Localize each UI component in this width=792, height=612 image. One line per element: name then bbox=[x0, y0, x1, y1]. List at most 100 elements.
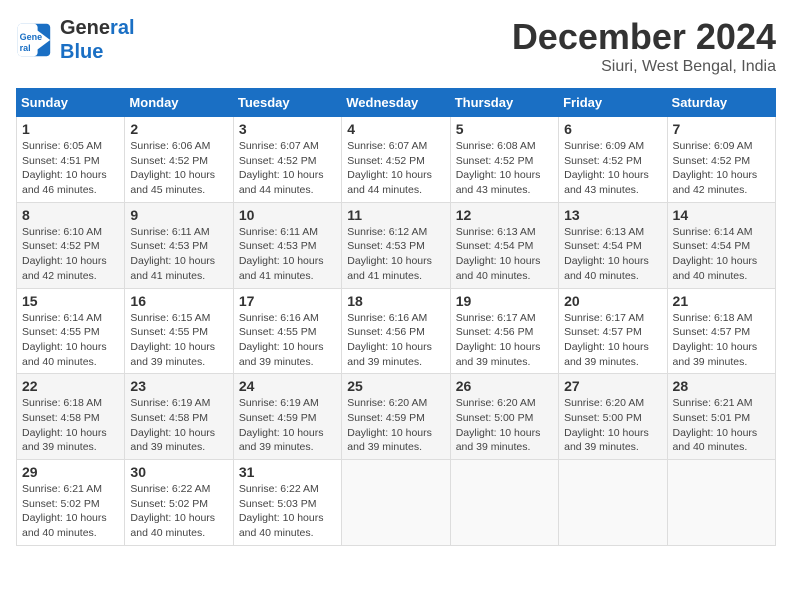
calendar-cell bbox=[450, 460, 558, 546]
day-info: Sunrise: 6:12 AMSunset: 4:53 PMDaylight:… bbox=[347, 225, 444, 284]
calendar-cell bbox=[559, 460, 667, 546]
day-number: 3 bbox=[239, 121, 336, 137]
day-info: Sunrise: 6:20 AMSunset: 4:59 PMDaylight:… bbox=[347, 396, 444, 455]
day-info: Sunrise: 6:07 AMSunset: 4:52 PMDaylight:… bbox=[347, 139, 444, 198]
day-info: Sunrise: 6:14 AMSunset: 4:54 PMDaylight:… bbox=[673, 225, 770, 284]
day-number: 11 bbox=[347, 207, 444, 223]
day-number: 8 bbox=[22, 207, 119, 223]
week-row-4: 22 Sunrise: 6:18 AMSunset: 4:58 PMDaylig… bbox=[17, 374, 776, 460]
day-number: 25 bbox=[347, 378, 444, 394]
header-row: SundayMondayTuesdayWednesdayThursdayFrid… bbox=[17, 89, 776, 117]
day-info: Sunrise: 6:17 AMSunset: 4:56 PMDaylight:… bbox=[456, 311, 553, 370]
calendar-cell bbox=[667, 460, 775, 546]
calendar-cell: 4 Sunrise: 6:07 AMSunset: 4:52 PMDayligh… bbox=[342, 117, 450, 203]
week-row-5: 29 Sunrise: 6:21 AMSunset: 5:02 PMDaylig… bbox=[17, 460, 776, 546]
svg-text:Gene: Gene bbox=[20, 32, 43, 42]
day-number: 23 bbox=[130, 378, 227, 394]
day-info: Sunrise: 6:16 AMSunset: 4:56 PMDaylight:… bbox=[347, 311, 444, 370]
day-info: Sunrise: 6:09 AMSunset: 4:52 PMDaylight:… bbox=[564, 139, 661, 198]
col-header-monday: Monday bbox=[125, 89, 233, 117]
day-number: 5 bbox=[456, 121, 553, 137]
day-info: Sunrise: 6:18 AMSunset: 4:58 PMDaylight:… bbox=[22, 396, 119, 455]
month-title: December 2024 bbox=[512, 16, 776, 58]
calendar-cell: 12 Sunrise: 6:13 AMSunset: 4:54 PMDaylig… bbox=[450, 202, 558, 288]
calendar-cell: 14 Sunrise: 6:14 AMSunset: 4:54 PMDaylig… bbox=[667, 202, 775, 288]
col-header-friday: Friday bbox=[559, 89, 667, 117]
calendar-cell bbox=[342, 460, 450, 546]
day-number: 12 bbox=[456, 207, 553, 223]
day-number: 30 bbox=[130, 464, 227, 480]
calendar-cell: 22 Sunrise: 6:18 AMSunset: 4:58 PMDaylig… bbox=[17, 374, 125, 460]
calendar-cell: 25 Sunrise: 6:20 AMSunset: 4:59 PMDaylig… bbox=[342, 374, 450, 460]
day-number: 7 bbox=[673, 121, 770, 137]
day-info: Sunrise: 6:11 AMSunset: 4:53 PMDaylight:… bbox=[239, 225, 336, 284]
col-header-wednesday: Wednesday bbox=[342, 89, 450, 117]
day-info: Sunrise: 6:19 AMSunset: 4:59 PMDaylight:… bbox=[239, 396, 336, 455]
day-info: Sunrise: 6:15 AMSunset: 4:55 PMDaylight:… bbox=[130, 311, 227, 370]
calendar-cell: 18 Sunrise: 6:16 AMSunset: 4:56 PMDaylig… bbox=[342, 288, 450, 374]
svg-text:ral: ral bbox=[20, 43, 31, 53]
logo-name: General bbox=[60, 16, 135, 40]
col-header-sunday: Sunday bbox=[17, 89, 125, 117]
calendar-cell: 24 Sunrise: 6:19 AMSunset: 4:59 PMDaylig… bbox=[233, 374, 341, 460]
day-number: 6 bbox=[564, 121, 661, 137]
day-info: Sunrise: 6:10 AMSunset: 4:52 PMDaylight:… bbox=[22, 225, 119, 284]
day-info: Sunrise: 6:21 AMSunset: 5:02 PMDaylight:… bbox=[22, 482, 119, 541]
day-number: 22 bbox=[22, 378, 119, 394]
logo: Gene ral General Blue bbox=[16, 16, 135, 64]
day-info: Sunrise: 6:13 AMSunset: 4:54 PMDaylight:… bbox=[456, 225, 553, 284]
calendar-cell: 16 Sunrise: 6:15 AMSunset: 4:55 PMDaylig… bbox=[125, 288, 233, 374]
day-info: Sunrise: 6:08 AMSunset: 4:52 PMDaylight:… bbox=[456, 139, 553, 198]
col-header-tuesday: Tuesday bbox=[233, 89, 341, 117]
calendar-cell: 1 Sunrise: 6:05 AMSunset: 4:51 PMDayligh… bbox=[17, 117, 125, 203]
day-number: 17 bbox=[239, 293, 336, 309]
day-number: 24 bbox=[239, 378, 336, 394]
calendar-cell: 15 Sunrise: 6:14 AMSunset: 4:55 PMDaylig… bbox=[17, 288, 125, 374]
day-info: Sunrise: 6:19 AMSunset: 4:58 PMDaylight:… bbox=[130, 396, 227, 455]
calendar-cell: 5 Sunrise: 6:08 AMSunset: 4:52 PMDayligh… bbox=[450, 117, 558, 203]
col-header-saturday: Saturday bbox=[667, 89, 775, 117]
calendar-table: SundayMondayTuesdayWednesdayThursdayFrid… bbox=[16, 88, 776, 546]
day-info: Sunrise: 6:18 AMSunset: 4:57 PMDaylight:… bbox=[673, 311, 770, 370]
day-number: 10 bbox=[239, 207, 336, 223]
calendar-cell: 11 Sunrise: 6:12 AMSunset: 4:53 PMDaylig… bbox=[342, 202, 450, 288]
day-number: 2 bbox=[130, 121, 227, 137]
day-number: 16 bbox=[130, 293, 227, 309]
day-number: 21 bbox=[673, 293, 770, 309]
day-number: 20 bbox=[564, 293, 661, 309]
col-header-thursday: Thursday bbox=[450, 89, 558, 117]
calendar-cell: 23 Sunrise: 6:19 AMSunset: 4:58 PMDaylig… bbox=[125, 374, 233, 460]
day-info: Sunrise: 6:05 AMSunset: 4:51 PMDaylight:… bbox=[22, 139, 119, 198]
day-info: Sunrise: 6:16 AMSunset: 4:55 PMDaylight:… bbox=[239, 311, 336, 370]
location: Siuri, West Bengal, India bbox=[512, 58, 776, 76]
day-info: Sunrise: 6:07 AMSunset: 4:52 PMDaylight:… bbox=[239, 139, 336, 198]
calendar-cell: 17 Sunrise: 6:16 AMSunset: 4:55 PMDaylig… bbox=[233, 288, 341, 374]
week-row-1: 1 Sunrise: 6:05 AMSunset: 4:51 PMDayligh… bbox=[17, 117, 776, 203]
calendar-cell: 8 Sunrise: 6:10 AMSunset: 4:52 PMDayligh… bbox=[17, 202, 125, 288]
calendar-cell: 9 Sunrise: 6:11 AMSunset: 4:53 PMDayligh… bbox=[125, 202, 233, 288]
day-number: 9 bbox=[130, 207, 227, 223]
logo-blue: Blue bbox=[60, 40, 135, 64]
day-number: 13 bbox=[564, 207, 661, 223]
day-number: 1 bbox=[22, 121, 119, 137]
calendar-cell: 30 Sunrise: 6:22 AMSunset: 5:02 PMDaylig… bbox=[125, 460, 233, 546]
calendar-cell: 7 Sunrise: 6:09 AMSunset: 4:52 PMDayligh… bbox=[667, 117, 775, 203]
day-info: Sunrise: 6:22 AMSunset: 5:03 PMDaylight:… bbox=[239, 482, 336, 541]
day-number: 15 bbox=[22, 293, 119, 309]
calendar-cell: 19 Sunrise: 6:17 AMSunset: 4:56 PMDaylig… bbox=[450, 288, 558, 374]
calendar-cell: 6 Sunrise: 6:09 AMSunset: 4:52 PMDayligh… bbox=[559, 117, 667, 203]
logo-icon: Gene ral bbox=[16, 22, 52, 58]
day-info: Sunrise: 6:20 AMSunset: 5:00 PMDaylight:… bbox=[456, 396, 553, 455]
day-info: Sunrise: 6:17 AMSunset: 4:57 PMDaylight:… bbox=[564, 311, 661, 370]
calendar-cell: 21 Sunrise: 6:18 AMSunset: 4:57 PMDaylig… bbox=[667, 288, 775, 374]
calendar-cell: 13 Sunrise: 6:13 AMSunset: 4:54 PMDaylig… bbox=[559, 202, 667, 288]
calendar-cell: 27 Sunrise: 6:20 AMSunset: 5:00 PMDaylig… bbox=[559, 374, 667, 460]
day-number: 19 bbox=[456, 293, 553, 309]
week-row-2: 8 Sunrise: 6:10 AMSunset: 4:52 PMDayligh… bbox=[17, 202, 776, 288]
day-info: Sunrise: 6:22 AMSunset: 5:02 PMDaylight:… bbox=[130, 482, 227, 541]
day-number: 27 bbox=[564, 378, 661, 394]
day-info: Sunrise: 6:13 AMSunset: 4:54 PMDaylight:… bbox=[564, 225, 661, 284]
calendar-cell: 20 Sunrise: 6:17 AMSunset: 4:57 PMDaylig… bbox=[559, 288, 667, 374]
calendar-cell: 3 Sunrise: 6:07 AMSunset: 4:52 PMDayligh… bbox=[233, 117, 341, 203]
week-row-3: 15 Sunrise: 6:14 AMSunset: 4:55 PMDaylig… bbox=[17, 288, 776, 374]
